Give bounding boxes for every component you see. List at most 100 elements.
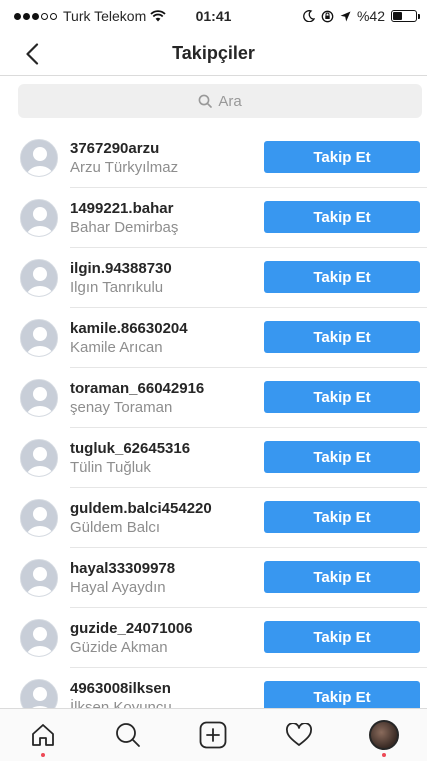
battery-level-fill [393,12,403,20]
full-name: Güzide Akman [70,639,168,656]
search-input[interactable]: Ara [18,84,422,118]
default-avatar-icon [21,380,57,416]
tab-add[interactable] [183,710,243,760]
tab-activity[interactable] [269,710,329,760]
default-avatar-icon [21,500,57,536]
notification-dot [40,753,45,757]
username[interactable]: guldem.balci454220 [70,500,212,518]
full-name: şenay Toraman [70,399,173,416]
follow-button[interactable]: Takip Et [264,621,420,653]
username[interactable]: 4963008ilksen [70,680,172,698]
default-avatar-icon [21,620,57,656]
rotation-lock-icon [321,10,334,22]
username[interactable]: kamile.86630204 [70,320,188,338]
tab-search[interactable] [98,710,158,760]
default-avatar-icon [21,140,57,176]
list-item[interactable]: hayal33309978 Hayal Ayaydın Takip Et [0,548,427,608]
avatar[interactable] [20,319,58,357]
follow-button[interactable]: Takip Et [264,681,420,708]
username[interactable]: 3767290arzu [70,140,178,158]
location-arrow-icon [340,11,351,21]
follower-texts: guldem.balci454220 Güldem Balcı [70,500,212,538]
full-name: Tülin Tuğluk [70,459,151,476]
follow-button[interactable]: Takip Et [264,321,420,353]
follower-texts: hayal33309978 Hayal Ayaydın [70,560,175,598]
list-item[interactable]: guldem.balci454220 Güldem Balcı Takip Et [0,488,427,548]
avatar[interactable] [20,259,58,297]
carrier-info: Turk Telekom [14,8,166,24]
follower-texts: toraman_66042916 şenay Toraman [70,380,204,418]
tab-home[interactable] [13,710,73,760]
default-avatar-icon [21,680,57,708]
notification-dot [382,753,387,757]
avatar[interactable] [20,199,58,237]
avatar[interactable] [20,379,58,417]
follower-texts: kamile.86630204 Kamile Arıcan [70,320,188,358]
username[interactable]: guzide_24071006 [70,620,193,638]
follow-button[interactable]: Takip Et [264,561,420,593]
list-item[interactable]: toraman_66042916 şenay Toraman Takip Et [0,368,427,428]
carrier-name: Turk Telekom [63,8,147,24]
default-avatar-icon [21,440,57,476]
tab-bar [0,708,427,761]
default-avatar-icon [21,260,57,296]
full-name: İlksen Koyuncu [70,699,172,708]
full-name: Arzu Türkyılmaz [70,159,179,176]
username[interactable]: hayal33309978 [70,560,175,578]
heart-icon [285,723,312,746]
add-icon [200,721,227,749]
follower-texts: ilgin.94388730 Ilgın Tanrıkulu [70,260,172,298]
full-name: Kamile Arıcan [70,339,163,356]
follow-button[interactable]: Takip Et [264,141,420,173]
search-icon [116,723,140,747]
search-icon [198,94,213,108]
tab-profile[interactable] [354,710,414,760]
list-item[interactable]: 3767290arzu Arzu Türkyılmaz Takip Et [0,128,427,188]
follow-button[interactable]: Takip Et [264,201,420,233]
default-avatar-icon [21,320,57,356]
username[interactable]: ilgin.94388730 [70,260,172,278]
username[interactable]: tugluk_62645316 [70,440,190,458]
chevron-left-icon [26,43,39,65]
default-avatar-icon [21,200,57,236]
follower-texts: 3767290arzu Arzu Türkyılmaz [70,140,178,178]
follower-texts: 4963008ilksen İlksen Koyuncu [70,680,172,708]
full-name: Güldem Balcı [70,519,161,536]
search-placeholder: Ara [218,92,242,110]
avatar[interactable] [20,439,58,477]
avatar[interactable] [20,679,58,708]
list-item[interactable]: tugluk_62645316 Tülin Tuğluk Takip Et [0,428,427,488]
follow-button[interactable]: Takip Et [264,441,420,473]
list-item[interactable]: 4963008ilksen İlksen Koyuncu Takip Et [0,668,427,708]
list-item[interactable]: guzide_24071006 Güzide Akman Takip Et [0,608,427,668]
full-name: Ilgın Tanrıkulu [70,279,164,296]
wifi-icon [150,10,166,22]
follower-texts: 1499221.bahar Bahar Demirbaş [70,200,178,238]
navigation-bar: Takipçiler [0,32,427,76]
avatar[interactable] [20,499,58,537]
signal-strength-icon [14,12,57,20]
follow-button[interactable]: Takip Et [264,261,420,293]
list-item[interactable]: ilgin.94388730 Ilgın Tanrıkulu Takip Et [0,248,427,308]
list-item[interactable]: 1499221.bahar Bahar Demirbaş Takip Et [0,188,427,248]
username[interactable]: 1499221.bahar [70,200,178,218]
moon-icon [303,10,315,22]
page-title: Takipçiler [172,43,255,63]
avatar[interactable] [20,619,58,657]
full-name: Hayal Ayaydın [70,579,166,596]
default-avatar-icon [21,560,57,596]
username[interactable]: toraman_66042916 [70,380,204,398]
home-icon [31,724,54,746]
avatar[interactable] [20,139,58,177]
status-icons: %42 [303,8,420,24]
battery-icon [391,10,420,22]
back-button[interactable] [16,38,48,70]
list-item[interactable]: kamile.86630204 Kamile Arıcan Takip Et [0,308,427,368]
follow-button[interactable]: Takip Et [264,381,420,413]
follower-texts: guzide_24071006 Güzide Akman [70,620,193,658]
follow-button[interactable]: Takip Et [264,501,420,533]
avatar[interactable] [20,559,58,597]
status-bar: Turk Telekom 01:41 %42 [0,0,427,32]
followers-list[interactable]: 3767290arzu Arzu Türkyılmaz Takip Et 149… [0,128,427,708]
battery-percent: %42 [356,8,385,24]
